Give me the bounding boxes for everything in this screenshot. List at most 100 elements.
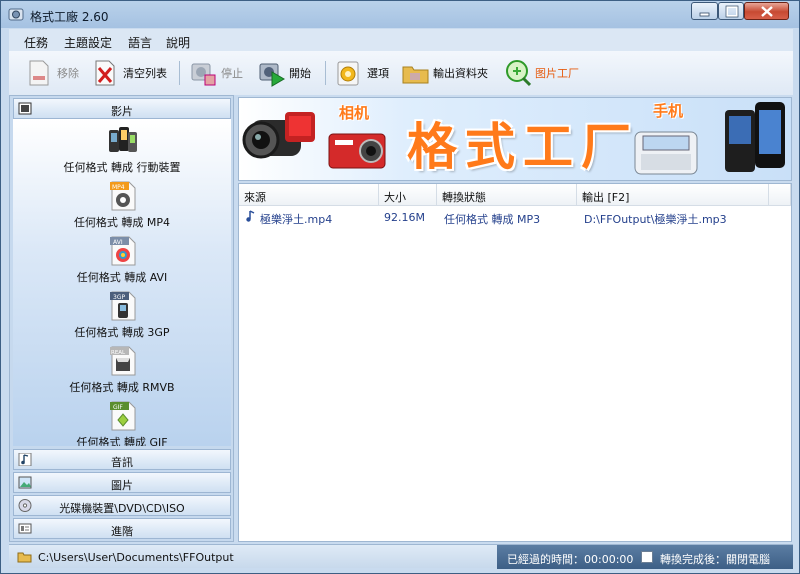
cell-output: D:\FFOutput\極樂淨土.mp3 [584,213,727,226]
sidebar-section-label: 光碟機裝置\DVD\CD\ISO [59,502,185,515]
camcorder-icon [242,112,315,159]
clear-list-icon [91,59,119,87]
folder-icon [401,59,429,87]
format-label: 任何格式 轉成 MP4 [73,216,171,229]
column-header-filler [769,184,791,206]
banner-camera-label: 相机 [339,104,370,122]
folder-icon [17,552,32,563]
sidebar-section-label: 進階 [111,525,133,538]
mp4-file-icon: MP4 [110,181,136,211]
gear-icon [335,59,363,87]
format-mobile[interactable]: 任何格式 轉成 行動裝置 [13,123,231,178]
menu-bar: 任務 主題設定 語言 說明 [9,29,793,51]
close-icon [761,6,773,17]
sidebar-section-advanced[interactable]: 進階 [13,518,231,539]
column-header-status[interactable]: 轉換狀態 [437,184,577,206]
close-button[interactable] [744,2,789,20]
format-3gp[interactable]: 3GP 任何格式 轉成 3GP [13,288,231,343]
remove-icon [25,59,53,87]
gif-file-icon: GIF [110,401,136,431]
output-path[interactable]: C:\Users\User\Documents\FFOutput [38,551,234,564]
audio-file-icon [246,210,255,222]
window-title: 格式工廠 2.60 [30,10,109,24]
column-header-output[interactable]: 輸出 [F2] [577,184,769,206]
output-folder-button[interactable]: 輸出資料夾 [401,58,488,88]
minimize-icon [699,12,710,17]
format-label: 任何格式 轉成 AVI [76,271,168,284]
format-label: 任何格式 轉成 行動裝置 [63,161,181,174]
video-format-list: 任何格式 轉成 行動裝置 MP4 任何格式 轉成 MP4 AVI 任何格式 轉成… [13,119,231,446]
toolbar-separator [179,61,180,85]
format-mp4[interactable]: MP4 任何格式 轉成 MP4 [13,178,231,233]
format-label: 任何格式 轉成 RMVB [69,381,175,394]
menu-language[interactable]: 語言 [128,34,152,51]
sidebar-section-label: 圖片 [111,479,133,492]
svg-text:AVI: AVI [113,239,123,246]
cell-source: 極樂淨土.mp4 [260,213,333,226]
sidebar-section-audio[interactable]: 音訊 [13,449,231,470]
stop-button[interactable]: 停止 [189,58,243,88]
qwerty-phone-icon [634,131,698,175]
menu-skin[interactable]: 主題設定 [64,34,112,51]
app-icon [8,8,24,21]
options-label: 選項 [367,67,389,80]
shutdown-checkbox[interactable] [641,551,653,563]
avi-file-icon: AVI [110,236,136,266]
picture-factory-label: 图片工厂 [535,67,579,80]
options-button[interactable]: 選項 [335,58,389,88]
cell-status: 任何格式 轉成 MP3 [444,213,541,226]
start-button[interactable]: 開始 [257,58,311,88]
after-convert-label: 轉換完成後：關閉電腦 [660,553,770,566]
status-right-panel: 已經過的時間：00:00:00 轉換完成後：關閉電腦 [497,545,793,569]
promo-banner: 相机 格式工厂 手机 [238,97,792,181]
format-label: 任何格式 轉成 GIF [76,436,168,446]
start-icon [257,59,285,87]
menu-help[interactable]: 說明 [166,34,190,51]
mobile-device-icon [109,127,137,152]
task-list: 來源 大小 轉換狀態 輸出 [F2] 極樂淨土.mp4 92.16M 任何格式 … [238,183,792,542]
smartphone-icon [725,102,785,172]
remove-button[interactable]: 移除 [25,58,79,88]
digital-camera-icon [328,133,386,169]
sidebar-section-rom[interactable]: 光碟機裝置\DVD\CD\ISO [13,495,231,516]
sidebar-section-label: 影片 [111,105,133,118]
stop-icon [189,59,217,87]
svg-text:REAL: REAL [111,350,126,356]
magnifier-icon [503,59,531,87]
format-rmvb[interactable]: REAL 任何格式 轉成 RMVB [13,343,231,398]
sidebar-section-picture[interactable]: 圖片 [13,472,231,493]
elapsed-time: 已經過的時間：00:00:00 [507,553,634,566]
svg-text:GIF: GIF [113,404,123,411]
format-gif[interactable]: GIF 任何格式 轉成 GIF [13,398,231,446]
column-header-source[interactable]: 來源 [239,184,379,206]
start-label: 開始 [289,67,311,80]
svg-text:MP4: MP4 [112,184,125,191]
menu-task[interactable]: 任務 [24,34,48,51]
cell-size: 92.16M [384,211,425,224]
clear-list-button[interactable]: 清空列表 [91,58,167,88]
maximize-icon [725,5,739,18]
banner-phone-label: 手机 [653,102,684,120]
maximize-button[interactable] [718,2,744,20]
format-avi[interactable]: AVI 任何格式 轉成 AVI [13,233,231,288]
sidebar: 影片 任何格式 轉成 行動裝置 MP4 任何格式 轉成 MP4 AVI 任何格式… [9,95,234,542]
stop-label: 停止 [221,67,243,80]
column-header-size[interactable]: 大小 [379,184,437,206]
title-bar: 格式工廠 2.60 [1,1,799,28]
toolbar: 移除 清空列表 停止 開始 選項 輸出資料夾 图片工厂 [9,51,793,95]
output-folder-label: 輸出資料夾 [433,67,488,80]
format-label: 任何格式 轉成 3GP [74,326,170,339]
sidebar-section-video[interactable]: 影片 [13,98,231,119]
sidebar-section-label: 音訊 [111,456,133,469]
status-bar: C:\Users\User\Documents\FFOutput 已經過的時間：… [9,544,793,569]
remove-label: 移除 [57,67,79,80]
picture-factory-button[interactable]: 图片工厂 [503,58,579,88]
svg-text:3GP: 3GP [113,294,125,301]
3gp-file-icon: 3GP [110,291,136,321]
main-window: 格式工廠 2.60 任務 主題設定 語言 說明 移除 清空列表 停止 開始 選項… [0,0,800,574]
minimize-button[interactable] [691,2,718,20]
rmvb-file-icon: REAL [110,346,136,376]
banner-title: 格式工厂 [407,117,639,176]
clear-list-label: 清空列表 [123,67,167,80]
toolbar-separator [325,61,326,85]
